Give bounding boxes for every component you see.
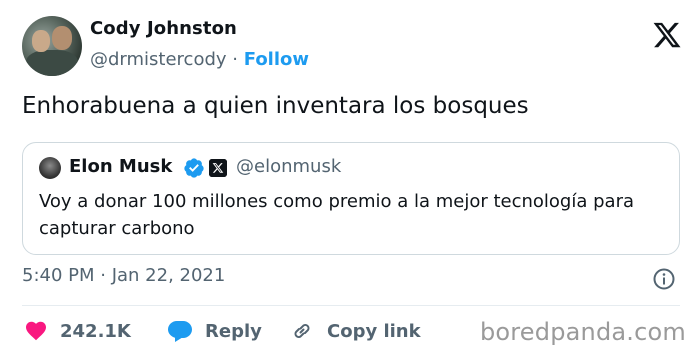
reply-label: Reply: [205, 320, 262, 342]
heart-icon: [26, 321, 46, 341]
quoted-author-handle: @elonmusk: [236, 156, 342, 177]
tweet-text: Enhorabuena a quien inventara los bosque…: [22, 93, 529, 119]
like-count: 242.1K: [60, 320, 131, 342]
author-handle-row: @drmistercody · Follow: [90, 49, 309, 70]
x-affiliate-badge-icon: [209, 159, 227, 177]
info-icon[interactable]: [652, 267, 676, 291]
like-button[interactable]: 242.1K: [24, 316, 131, 346]
separator-dot: ·: [232, 49, 239, 70]
follow-button[interactable]: Follow: [244, 49, 309, 70]
quoted-author-avatar: [39, 157, 61, 179]
x-logo-icon[interactable]: [652, 20, 682, 50]
verified-badge-icon: [184, 158, 204, 178]
quoted-tweet[interactable]: Elon Musk @elonmusk Voy a donar 100 mill…: [22, 142, 680, 255]
link-icon: [294, 324, 310, 338]
author-handle[interactable]: @drmistercody: [90, 49, 227, 70]
author-avatar[interactable]: [22, 16, 82, 76]
tweet-header: Cody Johnston @drmistercody · Follow: [22, 14, 682, 78]
reply-bubble-icon: [168, 321, 192, 342]
tweet-timestamp[interactable]: 5:40 PM · Jan 22, 2021: [22, 265, 225, 286]
reply-button[interactable]: Reply: [167, 316, 262, 346]
divider: [22, 305, 680, 306]
quoted-tweet-text: Voy a donar 100 millones como premio a l…: [39, 191, 634, 239]
copy-link-label: Copy link: [327, 320, 421, 342]
copy-link-button[interactable]: Copy link: [289, 316, 421, 346]
watermark: boredpanda.com: [479, 318, 686, 346]
author-name[interactable]: Cody Johnston: [90, 18, 237, 39]
quoted-author-name: Elon Musk: [69, 156, 173, 177]
action-bar: 242.1K Reply Copy link: [22, 316, 502, 346]
